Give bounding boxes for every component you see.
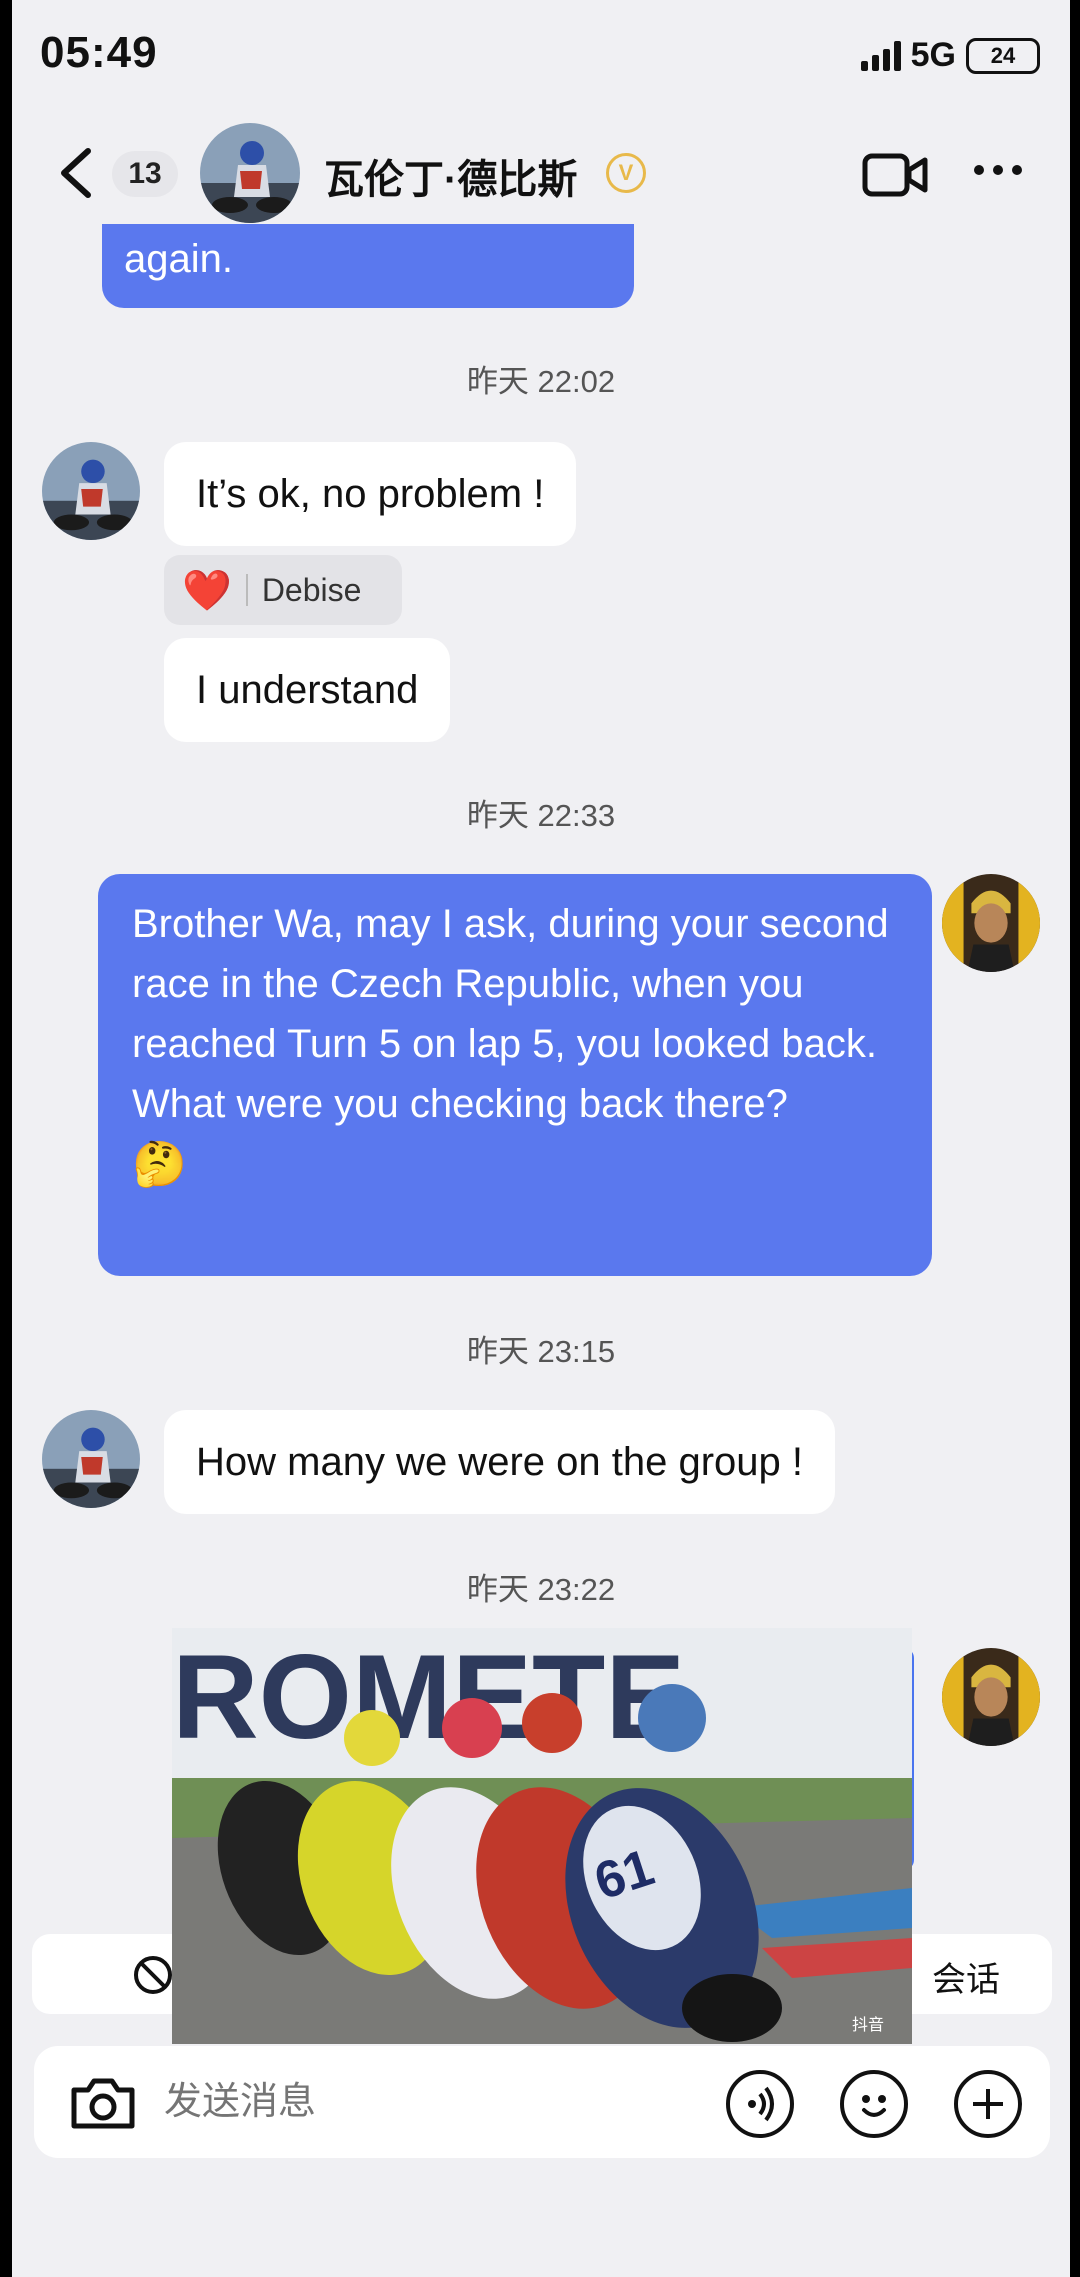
battery-level: 24: [990, 42, 1016, 68]
reaction-user: Debise: [261, 571, 362, 608]
timestamp: 昨天 22:02: [466, 364, 616, 399]
timestamp: 昨天 22:33: [466, 798, 616, 833]
timestamp: 昨天 23:22: [466, 1572, 616, 1607]
self-avatar[interactable]: [942, 874, 1040, 972]
contact-avatar[interactable]: [200, 123, 300, 223]
contact-name[interactable]: 瓦伦丁·德比斯: [324, 147, 577, 205]
signal-icon: [860, 40, 901, 71]
block-icon: [134, 1956, 172, 1994]
status-indicators: 5G 24: [860, 36, 1040, 75]
message-text: How many we were on the group !: [196, 1440, 803, 1484]
message-reaction[interactable]: ❤️ Debise: [164, 555, 402, 625]
voice-icon[interactable]: [726, 2070, 794, 2138]
chat-header: 13 瓦伦丁·德比斯 V: [12, 115, 1070, 230]
unread-count-badge[interactable]: 13: [112, 151, 178, 197]
home-area: [12, 2200, 1070, 2277]
message-text: I understand: [196, 668, 419, 712]
message-text: It’s ok, no problem !: [196, 472, 545, 516]
message-input[interactable]: [164, 2074, 524, 2130]
message-text: again.: [124, 237, 233, 281]
network-type: 5G: [910, 36, 956, 74]
more-icon[interactable]: [974, 165, 1022, 175]
camera-icon[interactable]: [68, 2076, 138, 2130]
video-call-icon[interactable]: [862, 153, 928, 197]
incoming-message[interactable]: How many we were on the group !: [164, 1410, 835, 1514]
video-message[interactable]: ROMETE 61 抖音: [172, 1628, 912, 2044]
chat-screen: 05:49 5G 24 13 瓦伦丁·德比斯 V again. 昨天 22:02…: [12, 0, 1070, 2277]
timestamp: 昨天 23:15: [466, 1334, 616, 1369]
battery-icon: 24: [966, 37, 1040, 74]
back-chevron-icon[interactable]: [52, 145, 102, 201]
video-watermark: 抖音: [852, 2016, 884, 2034]
thinking-emoji: 🤔: [132, 1140, 187, 1189]
banner-text: 会话: [932, 1961, 1000, 1999]
emoji-icon[interactable]: [840, 2070, 908, 2138]
add-icon[interactable]: [954, 2070, 1022, 2138]
contact-avatar[interactable]: [42, 442, 140, 540]
verified-badge-icon: V: [606, 153, 646, 193]
reaction-divider: [245, 574, 248, 606]
status-time: 05:49: [40, 28, 158, 77]
status-bar: 05:49 5G 24: [12, 0, 1070, 115]
contact-avatar[interactable]: [42, 1410, 140, 1508]
incoming-message[interactable]: It’s ok, no problem !: [164, 442, 577, 546]
message-composer: [34, 2046, 1050, 2158]
message-text: Brother Wa, may I ask, during your secon…: [132, 902, 889, 1126]
incoming-message[interactable]: I understand: [164, 638, 451, 742]
self-avatar[interactable]: [942, 1648, 1040, 1746]
video-banner-text: ROMETE: [172, 1630, 685, 1764]
heart-icon: ❤️: [182, 568, 232, 613]
outgoing-message-partial[interactable]: again.: [102, 224, 634, 308]
outgoing-message[interactable]: Brother Wa, may I ask, during your secon…: [98, 874, 932, 1276]
